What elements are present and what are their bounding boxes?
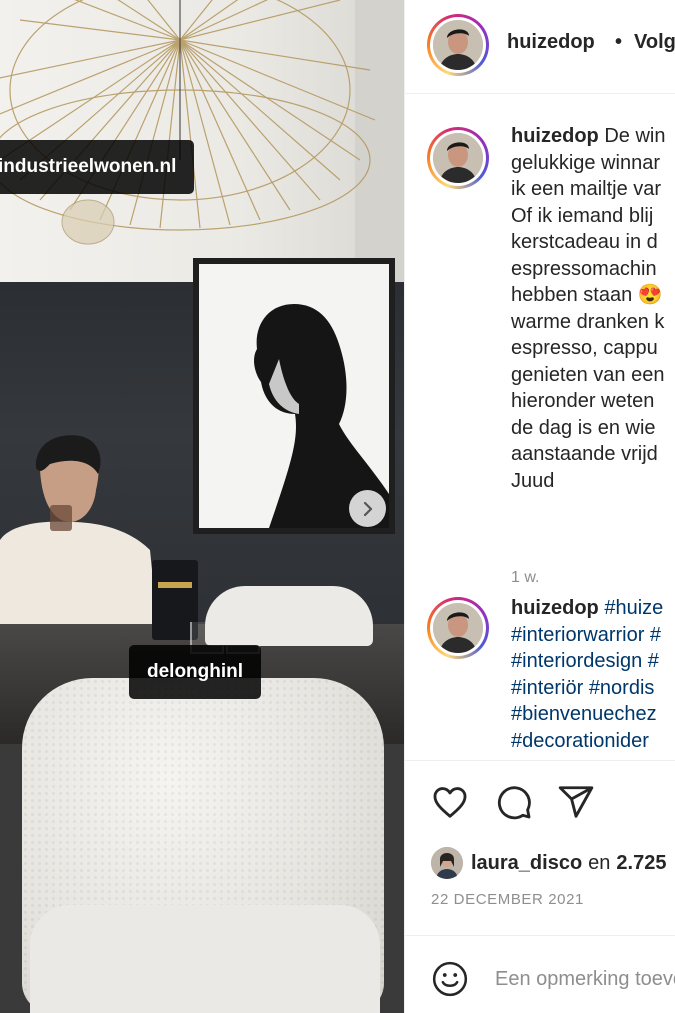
likes-count[interactable]: 2.725 xyxy=(616,852,666,875)
avatar[interactable] xyxy=(427,14,489,76)
comment-icon[interactable] xyxy=(495,783,533,821)
liked-by-user[interactable]: laura_disco xyxy=(471,852,582,875)
action-bar: laura_disco en 2.725 22 DECEMBER 2021 xyxy=(405,760,675,960)
timestamp[interactable]: 1 w. xyxy=(511,569,539,587)
comment-username[interactable]: huizedop xyxy=(511,597,599,619)
person-drinking xyxy=(0,435,158,640)
add-comment-bar xyxy=(405,935,675,1013)
comments-list[interactable]: huizedop De win gelukkige winnar ik een … xyxy=(405,95,675,750)
caption-text: huizedop De win gelukkige winnar ik een … xyxy=(511,125,666,492)
follow-button[interactable]: Volg xyxy=(634,31,675,54)
hashtag-link[interactable]: #decorationider xyxy=(511,730,649,751)
liked-by: laura_disco en 2.725 xyxy=(431,847,666,879)
avatar[interactable] xyxy=(431,847,463,879)
separator-dot: • xyxy=(615,31,623,53)
hashtag-link[interactable]: #interiordesign # xyxy=(511,650,659,672)
comment-input[interactable] xyxy=(495,960,675,998)
chair-back xyxy=(205,586,373,646)
post-side-panel: huizedop • Volg huizedop De win gelukkig… xyxy=(404,0,675,1013)
avatar[interactable] xyxy=(427,127,489,189)
heart-icon[interactable] xyxy=(431,783,469,821)
username-link[interactable]: huizedop xyxy=(507,31,595,54)
hashtag-link[interactable]: #bienvenuechez xyxy=(511,703,657,725)
post-date[interactable]: 22 DECEMBER 2021 xyxy=(431,891,584,908)
share-icon[interactable] xyxy=(557,783,595,821)
hashtag-link[interactable]: #huize xyxy=(604,597,663,619)
post-header: huizedop • Volg xyxy=(405,0,675,94)
next-photo-button[interactable] xyxy=(349,490,386,527)
liked-by-connector: en xyxy=(588,851,611,874)
product-tag[interactable]: industrieelwonen.nl xyxy=(0,140,195,194)
hashtag-link[interactable]: #interiorwarrior # xyxy=(511,624,661,646)
chair-seat xyxy=(30,905,380,1013)
chevron-right-icon xyxy=(363,501,372,516)
avatar[interactable] xyxy=(427,597,489,659)
hashtag-link[interactable]: #interiör #nordis xyxy=(511,677,654,699)
post-photo[interactable]: industrieelwonen.nl delonghinl xyxy=(0,0,404,1013)
product-tag[interactable]: delonghinl xyxy=(129,645,262,699)
caption-username[interactable]: huizedop xyxy=(511,125,599,147)
smiley-icon[interactable] xyxy=(431,960,469,998)
hashtag-text: huizedop #huize #interiorwarrior # #inte… xyxy=(511,595,675,750)
